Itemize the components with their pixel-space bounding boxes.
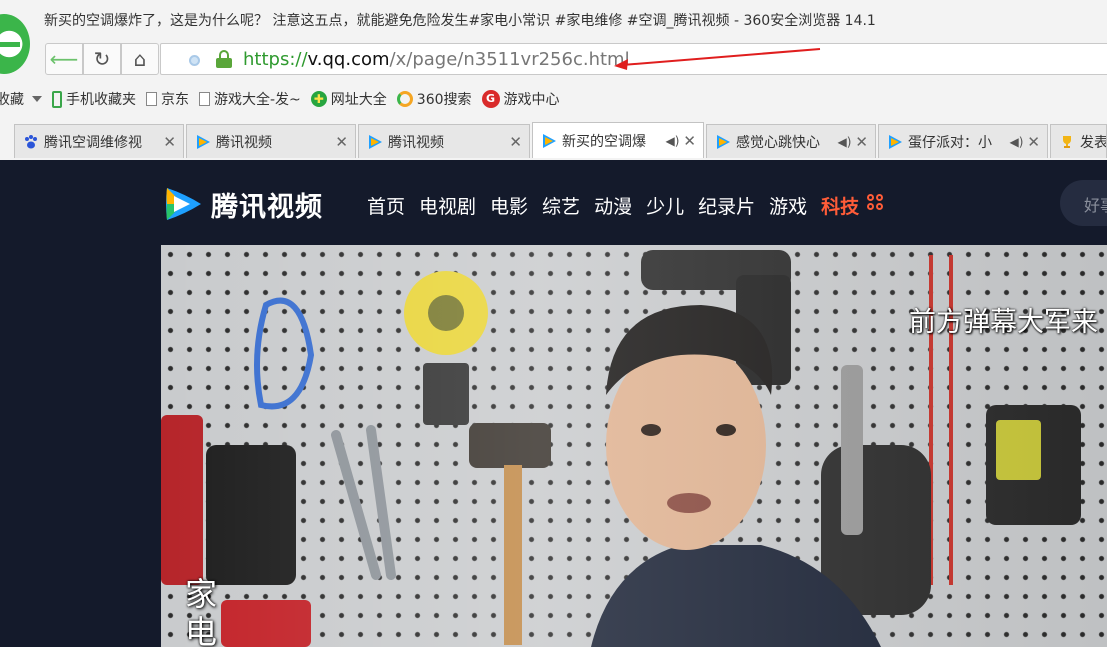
nav-item-anime[interactable]: 动漫 — [594, 192, 632, 219]
nav-item-variety[interactable]: 综艺 — [542, 192, 580, 219]
web-page: 腾讯视频 首页 电视剧 电影 综艺 动漫 少儿 纪录片 游戏 科技 好事 — [0, 160, 1107, 647]
browser-chrome: 新买的空调爆炸了，这是为什么呢？ 注意这五点，就能避免危险发生#家电小常识 #家… — [0, 0, 1107, 160]
home-icon: ⌂ — [133, 47, 147, 71]
close-icon[interactable]: ✕ — [855, 133, 868, 151]
bookmark-label: 收藏 — [0, 92, 24, 108]
close-icon[interactable]: ✕ — [335, 133, 348, 151]
close-icon[interactable]: ✕ — [509, 133, 522, 151]
tab-active[interactable]: 新买的空调爆 ◀) ✕ — [532, 122, 704, 158]
video-subtitle: 家电 — [185, 575, 218, 647]
bookmark-games[interactable]: 游戏大全-发~ — [199, 89, 301, 109]
tencent-video-icon — [543, 133, 556, 148]
url-scheme: https:// — [243, 49, 308, 70]
bookmark-label: 360搜索 — [416, 92, 472, 108]
tab-strip: 腾讯空调维修视 ✕ 腾讯视频 ✕ 腾讯视频 ✕ 新买的空调爆 ◀) ✕ 感觉心跳… — [0, 122, 1107, 160]
url-text[interactable]: https://v.qq.com/x/page/n3511vr256c.html — [243, 49, 630, 70]
nav-item-tv[interactable]: 电视剧 — [419, 192, 476, 219]
game-icon: G — [481, 90, 500, 108]
baidu-paw-icon — [25, 134, 37, 148]
annotation-arrow-icon — [614, 48, 821, 70]
speaker-icon[interactable]: ◀) — [1010, 135, 1024, 149]
bookmark-label: 游戏大全-发~ — [214, 92, 301, 108]
reload-icon: ↻ — [93, 47, 111, 71]
bookmarks-bar: 收藏 手机收藏夹 京东 游戏大全-发~ ✚ 网址大全 360搜索 G 游戏中心 — [0, 84, 1107, 114]
tencent-video-icon — [369, 134, 382, 149]
bookmark-label: 网址大全 — [330, 92, 387, 108]
site-search-input[interactable]: 好事 — [1060, 180, 1107, 226]
nav-item-games[interactable]: 游戏 — [769, 192, 807, 219]
url-host: v.qq.com — [307, 49, 390, 70]
chevron-down-icon[interactable] — [32, 96, 42, 102]
tab-title: 感觉心跳快心 — [736, 134, 820, 151]
bookmark-url-directory[interactable]: ✚ 网址大全 — [310, 89, 387, 109]
video-player[interactable]: 前方弹幕大军来 家电 — [161, 245, 1107, 647]
tab-title: 腾讯视频 — [216, 134, 272, 151]
tab[interactable]: 蛋仔派对：小 ◀) ✕ — [878, 124, 1048, 158]
site-nav: 首页 电视剧 电影 综艺 动漫 少儿 纪录片 游戏 科技 — [367, 192, 885, 219]
tencent-video-logo-icon — [166, 188, 201, 220]
tab-title: 腾讯空调维修视 — [44, 134, 142, 151]
url-path: /x/page/n3511vr256c.html — [389, 49, 630, 70]
phone-icon — [52, 90, 62, 108]
navigation-bar: ⟵ ↻ ⌂ https://v.qq.com/x/page/n3511vr256… — [0, 40, 1107, 80]
bookmark-mobile[interactable]: 手机收藏夹 — [52, 89, 136, 109]
page-icon — [199, 92, 210, 106]
nav-item-documentary[interactable]: 纪录片 — [698, 192, 755, 219]
tencent-video-icon — [889, 134, 902, 149]
speaker-icon[interactable]: ◀) — [666, 134, 680, 148]
close-icon[interactable]: ✕ — [1027, 133, 1040, 151]
nav-item-home[interactable]: 首页 — [367, 192, 405, 219]
tab[interactable]: 腾讯视频 ✕ — [358, 124, 530, 158]
reload-button[interactable]: ↻ — [83, 43, 121, 75]
site-identity-icon[interactable] — [189, 55, 200, 66]
window-title: 新买的空调爆炸了，这是为什么呢？ 注意这五点，就能避免危险发生#家电小常识 #家… — [44, 13, 876, 29]
tab[interactable]: 发表 — [1050, 124, 1107, 158]
tencent-video-icon — [717, 134, 730, 149]
bookmark-jd[interactable]: 京东 — [146, 89, 189, 109]
nav-item-tech[interactable]: 科技 — [821, 192, 859, 219]
tab[interactable]: 感觉心跳快心 ◀) ✕ — [706, 124, 876, 158]
bookmark-game-center[interactable]: G 游戏中心 — [481, 89, 560, 109]
nav-item-kids[interactable]: 少儿 — [646, 192, 684, 219]
tab-title: 腾讯视频 — [388, 134, 444, 151]
more-grid-icon[interactable] — [867, 194, 885, 212]
tab[interactable]: 腾讯空调维修视 ✕ — [14, 124, 184, 158]
green-ball-icon: ✚ — [310, 91, 327, 107]
back-button[interactable]: ⟵ — [45, 43, 83, 75]
search-ring-icon — [396, 91, 413, 107]
trophy-icon — [1063, 135, 1071, 148]
site-logo[interactable]: 腾讯视频 — [163, 184, 323, 224]
bookmark-favorites[interactable]: 收藏 — [0, 89, 24, 109]
page-icon — [146, 92, 157, 106]
bookmark-360-search[interactable]: 360搜索 — [396, 89, 472, 109]
bookmark-label: 游戏中心 — [503, 92, 560, 108]
danmu-comment: 前方弹幕大军来 — [909, 307, 1098, 338]
nav-item-movie[interactable]: 电影 — [490, 192, 528, 219]
tab[interactable]: 腾讯视频 ✕ — [186, 124, 356, 158]
lock-icon[interactable] — [216, 50, 232, 68]
search-placeholder: 好事 — [1084, 196, 1107, 215]
site-name: 腾讯视频 — [211, 191, 323, 223]
close-icon[interactable]: ✕ — [163, 133, 176, 151]
tab-title: 发表 — [1080, 134, 1106, 151]
bookmark-label: 京东 — [161, 92, 189, 108]
tencent-video-icon — [197, 134, 210, 149]
arrow-left-icon: ⟵ — [49, 47, 79, 71]
home-button[interactable]: ⌂ — [121, 43, 159, 75]
tab-title: 新买的空调爆 — [562, 133, 646, 150]
tab-title: 蛋仔派对：小 — [908, 134, 992, 151]
bookmark-label: 手机收藏夹 — [66, 92, 136, 108]
close-icon[interactable]: ✕ — [683, 132, 696, 150]
speaker-icon[interactable]: ◀) — [838, 135, 852, 149]
